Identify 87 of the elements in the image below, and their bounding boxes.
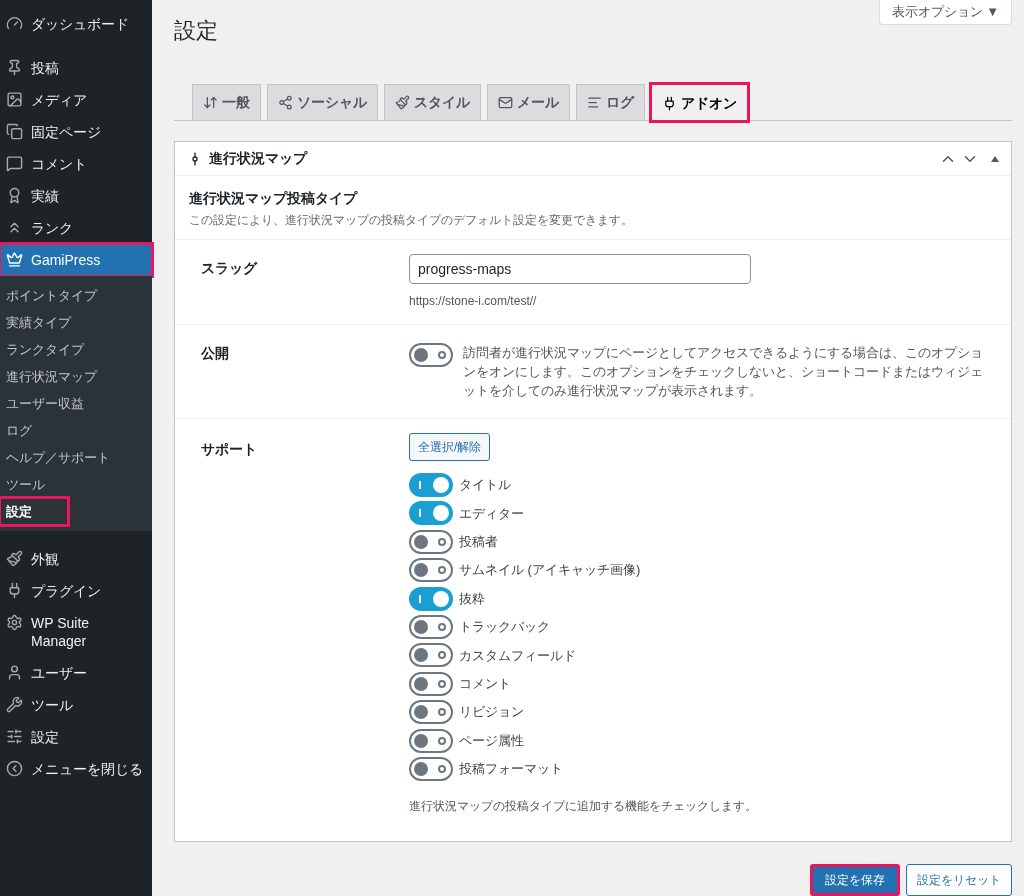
support-label: トラックバック (459, 618, 550, 637)
reset-settings-button[interactable]: 設定をリセット (906, 863, 1012, 896)
sidebar-item[interactable]: 投稿 (0, 52, 152, 84)
toggle-switch[interactable] (409, 343, 453, 367)
submenu-item[interactable]: 進行状況マップ (0, 363, 152, 390)
slug-input[interactable]: progress-maps (409, 254, 751, 284)
pin-icon (6, 59, 23, 76)
section-title: 進行状況マップ投稿タイプ (189, 189, 359, 208)
support-note: 進行状況マップの投稿タイプに追加する機能をチェックします。 (409, 797, 757, 815)
sidebar-item[interactable]: メディア (0, 84, 152, 116)
sidebar-item[interactable]: 実績 (0, 180, 152, 212)
submenu-item[interactable]: ランクタイプ (0, 336, 152, 363)
support-label: 抜粋 (459, 589, 485, 608)
settings-tab[interactable]: メール (487, 84, 570, 120)
sidebar-item[interactable]: ツール (0, 689, 152, 721)
submenu-item[interactable]: ポイントタイプ (0, 282, 152, 309)
support-label: タイトル (459, 476, 511, 495)
submenu-item[interactable]: 実績タイプ (0, 309, 152, 336)
submenu-item[interactable]: ログ (0, 417, 152, 444)
panel-title: 進行状況マップ (209, 149, 307, 168)
toggle-switch[interactable] (409, 529, 453, 554)
submenu-item[interactable]: ヘルプ／サポート (0, 444, 152, 471)
wrench-icon (6, 696, 23, 713)
toggle-switch[interactable] (409, 700, 453, 725)
support-label: コメント (459, 675, 511, 693)
page-title: 設定 (174, 17, 218, 45)
sidebar-item[interactable]: WP Suite Manager (0, 607, 152, 657)
settings-tab[interactable]: 一般 (192, 84, 261, 120)
field-label: 公開 (201, 344, 230, 363)
toggle-switch[interactable] (409, 501, 453, 526)
toggle-switch[interactable] (409, 643, 453, 668)
sidebar-item[interactable]: ダッシュボード (0, 8, 152, 40)
sidebar-item[interactable]: 固定ページ (0, 116, 152, 148)
toggle-switch[interactable] (409, 473, 453, 497)
crown-icon (6, 251, 23, 268)
support-label: 投稿フォーマット (459, 760, 563, 779)
gauge-icon (6, 15, 23, 32)
sidebar-item[interactable]: コメント (0, 148, 152, 180)
toggle-switch[interactable] (409, 671, 453, 696)
paintbrush-icon (395, 95, 410, 110)
sidebar-item[interactable]: プラグイン (0, 575, 152, 607)
user-icon (6, 664, 23, 681)
sidebar-item[interactable]: ランク (0, 212, 152, 244)
support-label: リビジョン (459, 703, 524, 722)
field-label: サポート (201, 440, 258, 459)
submenu-item[interactable]: 設定 (0, 498, 68, 525)
paintbrush-icon (6, 550, 23, 567)
toggle-all-button[interactable]: 全選択/解除 (409, 433, 491, 461)
support-label: ページ属性 (459, 731, 524, 750)
submenu-item[interactable]: ユーザー収益 (0, 390, 152, 417)
support-label: カスタムフィールド (459, 646, 576, 665)
collapse-triangle-icon[interactable] (991, 155, 999, 162)
pages-icon (6, 123, 23, 140)
lines-icon (587, 95, 602, 110)
support-label: 投稿者 (459, 533, 498, 552)
field-description: 訪問者が進行状況マップにページとしてアクセスできるようにする場合は、このオプションをオンにします。このオプションをチェックしないと、ショートコードまたはウィジェットを介してのみ進行状況マップが表示されます。 (463, 344, 984, 400)
sidebar-item[interactable]: ユーザー (0, 657, 152, 689)
submenu-item[interactable]: ツール (0, 471, 152, 498)
sidebar-item[interactable]: GamiPress (0, 244, 152, 276)
field-label: スラッグ (201, 259, 259, 278)
slug-hint: https://stone-i.com/test// (409, 293, 538, 310)
section-description: この設定により、進行状況マップの投稿タイプのデフォルト設定を変更できます。 (189, 212, 634, 229)
settings-tab[interactable]: ログ (576, 84, 645, 120)
toggle-switch[interactable] (409, 558, 453, 583)
sort-icon (203, 95, 218, 110)
share-icon (278, 95, 293, 110)
support-label: エディター (459, 504, 524, 523)
save-settings-button[interactable]: 設定を保存 (810, 863, 900, 896)
screen-options-button[interactable]: 表示オプション ▼ (878, 0, 1012, 25)
settings-tab[interactable]: スタイル (384, 84, 481, 120)
plug-icon (662, 95, 677, 111)
sidebar-item[interactable]: 外観 (0, 543, 152, 575)
sliders-icon (6, 728, 23, 745)
collapse-icon (6, 760, 23, 777)
toggle-switch[interactable] (409, 586, 453, 611)
toggle-switch[interactable] (409, 728, 453, 753)
comment-icon (6, 155, 23, 172)
mail-icon (498, 95, 513, 110)
sidebar-item[interactable]: 設定 (0, 721, 152, 753)
support-label: サムネイル (アイキャッチ画像) (459, 561, 641, 580)
settings-tab[interactable]: ソーシャル (267, 84, 378, 120)
gear-icon (6, 614, 23, 631)
toggle-switch[interactable] (409, 756, 453, 781)
sidebar-item[interactable]: メニューを閉じる (0, 753, 152, 785)
settings-tab[interactable]: アドオン (651, 84, 748, 121)
toggle-switch[interactable] (409, 614, 453, 639)
image-icon (6, 91, 23, 108)
